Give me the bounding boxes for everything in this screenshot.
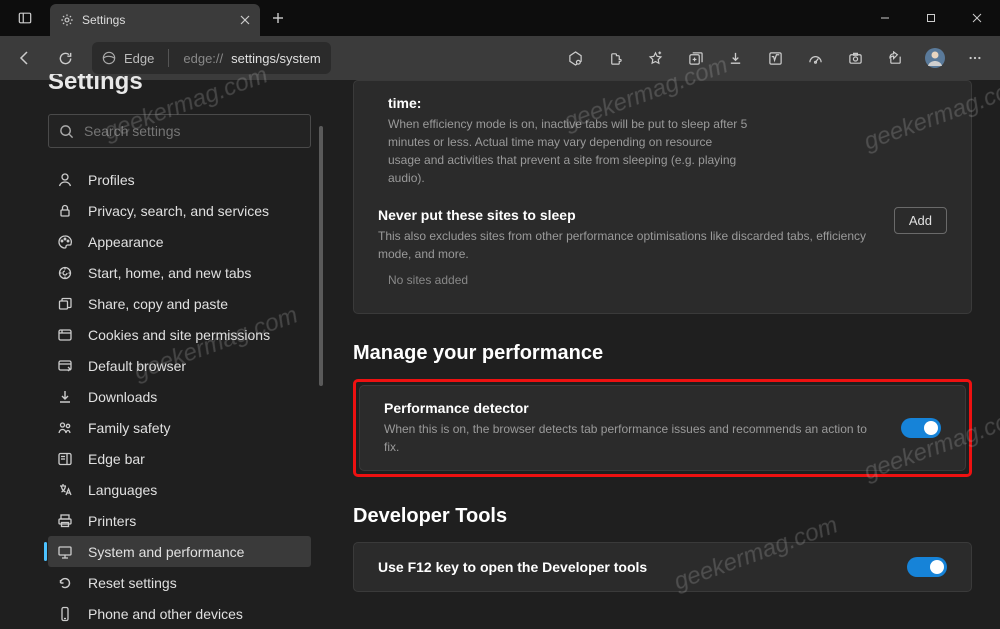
time-title: time:: [388, 95, 947, 111]
nav-label: Profiles: [88, 172, 135, 188]
favorites-icon[interactable]: [636, 40, 674, 76]
f12-card: Use F12 key to open the Developer tools: [353, 542, 972, 592]
sidebar-item-printers[interactable]: Printers: [48, 505, 311, 536]
manage-performance-heading: Manage your performance: [353, 342, 972, 365]
settings-heading: Settings: [48, 74, 311, 96]
nav-label: Cookies and site permissions: [88, 327, 270, 343]
address-browser-name: Edge: [124, 51, 154, 66]
performance-detector-card: Performance detector When this is on, th…: [359, 385, 966, 471]
f12-title: Use F12 key to open the Developer tools: [378, 559, 647, 575]
efficiency-card: time: When efficiency mode is on, inacti…: [353, 80, 972, 314]
time-desc: When efficiency mode is on, inactive tab…: [388, 115, 748, 187]
performance-detector-title: Performance detector: [384, 400, 881, 416]
nav-label: System and performance: [88, 544, 244, 560]
edge-icon: [102, 51, 116, 65]
highlight-annotation: Performance detector When this is on, th…: [353, 379, 972, 477]
refresh-button[interactable]: [46, 40, 84, 76]
nav-label: Languages: [88, 482, 157, 498]
minimize-button[interactable]: [862, 0, 908, 36]
sidebar-item-reset[interactable]: Reset settings: [48, 567, 311, 598]
maximize-button[interactable]: [908, 0, 954, 36]
main-content: time: When efficiency mode is on, inacti…: [325, 80, 1000, 623]
extensions-icon[interactable]: [596, 40, 634, 76]
math-icon[interactable]: [756, 40, 794, 76]
share-icon[interactable]: [876, 40, 914, 76]
performance-detector-desc: When this is on, the browser detects tab…: [384, 420, 881, 456]
nav-label: Share, copy and paste: [88, 296, 228, 312]
address-url-path: settings/system: [231, 51, 321, 66]
address-url-scheme: edge://: [183, 51, 223, 66]
sidebar-item-share[interactable]: Share, copy and paste: [48, 288, 311, 319]
nav-label: Reset settings: [88, 575, 177, 591]
performance-detector-toggle[interactable]: [901, 418, 941, 438]
developer-tools-heading: Developer Tools: [353, 505, 972, 528]
sidebar-item-appearance[interactable]: Appearance: [48, 226, 311, 257]
gear-icon: [60, 13, 74, 27]
sidebar-item-start[interactable]: Start, home, and new tabs: [48, 257, 311, 288]
search-settings-input[interactable]: [48, 114, 311, 148]
menu-button[interactable]: [956, 40, 994, 76]
sidebar-item-edge-bar[interactable]: Edge bar: [48, 443, 311, 474]
nav-label: Printers: [88, 513, 136, 529]
sidebar-item-profiles[interactable]: Profiles: [48, 164, 311, 195]
tab-title: Settings: [82, 13, 232, 27]
sidebar-scrollbar[interactable]: [319, 126, 323, 386]
search-icon: [59, 124, 74, 139]
performance-icon[interactable]: [796, 40, 834, 76]
tracking-icon[interactable]: [556, 40, 594, 76]
address-bar[interactable]: Edge edge:// settings/system: [92, 42, 331, 74]
settings-sidebar: Settings Profiles Privacy, search, and s…: [0, 80, 325, 623]
sidebar-item-languages[interactable]: Languages: [48, 474, 311, 505]
nav-label: Appearance: [88, 234, 164, 250]
sidebar-item-family[interactable]: Family safety: [48, 412, 311, 443]
sidebar-item-default-browser[interactable]: Default browser: [48, 350, 311, 381]
nav-label: Privacy, search, and services: [88, 203, 269, 219]
nav-label: Family safety: [88, 420, 170, 436]
no-sites-note: No sites added: [378, 263, 947, 287]
new-tab-button[interactable]: [260, 12, 296, 24]
collections-icon[interactable]: [676, 40, 714, 76]
browser-tab[interactable]: Settings: [50, 4, 260, 36]
sidebar-item-downloads[interactable]: Downloads: [48, 381, 311, 412]
profile-avatar[interactable]: [916, 40, 954, 76]
tab-actions-button[interactable]: [0, 0, 50, 36]
sidebar-item-system[interactable]: System and performance: [48, 536, 311, 567]
nav-label: Downloads: [88, 389, 157, 405]
title-bar: Settings: [0, 0, 1000, 36]
nav-label: Edge bar: [88, 451, 145, 467]
screenshot-icon[interactable]: [836, 40, 874, 76]
close-icon[interactable]: [240, 15, 250, 25]
sidebar-item-cookies[interactable]: Cookies and site permissions: [48, 319, 311, 350]
nav-label: Phone and other devices: [88, 606, 243, 622]
sidebar-item-privacy[interactable]: Privacy, search, and services: [48, 195, 311, 226]
close-window-button[interactable]: [954, 0, 1000, 36]
back-button[interactable]: [6, 40, 44, 76]
downloads-icon[interactable]: [716, 40, 754, 76]
never-sleep-desc: This also excludes sites from other perf…: [378, 227, 874, 263]
add-site-button[interactable]: Add: [894, 207, 947, 234]
sidebar-item-phone[interactable]: Phone and other devices: [48, 598, 311, 629]
nav-label: Default browser: [88, 358, 186, 374]
f12-toggle[interactable]: [907, 557, 947, 577]
nav-label: Start, home, and new tabs: [88, 265, 251, 281]
never-sleep-title: Never put these sites to sleep: [378, 207, 874, 223]
